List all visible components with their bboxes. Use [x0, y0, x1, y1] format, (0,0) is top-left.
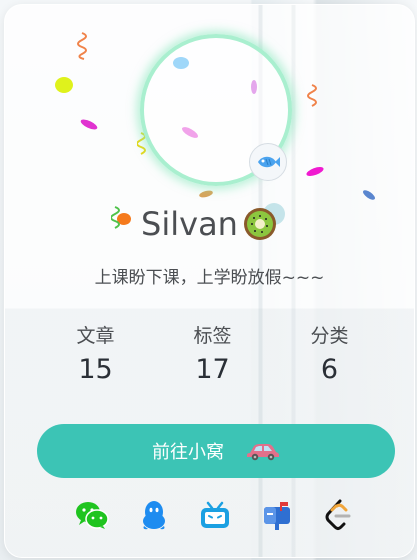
stat-value: 17 [195, 354, 230, 385]
confetti-blue-dash [361, 188, 377, 202]
avatar-badge [249, 143, 287, 181]
kiwi-icon [243, 208, 276, 240]
stat-tags[interactable]: 标签 17 [154, 321, 271, 385]
confetti-orange-squiggle [307, 84, 317, 107]
fish-icon [258, 156, 280, 168]
social-links [75, 497, 355, 533]
confetti-tan-dash [198, 189, 214, 199]
mailbox-icon[interactable] [260, 498, 294, 532]
stat-value: 15 [78, 354, 113, 385]
profile-name: Silvan [5, 205, 414, 243]
confetti-yellow-dot [55, 77, 73, 93]
profile-name-text: Silvan [141, 205, 238, 243]
stats-row: 文章 15 标签 17 分类 6 [37, 321, 388, 385]
stat-label: 文章 [76, 325, 115, 347]
bilibili-icon[interactable] [198, 498, 232, 532]
leetcode-icon[interactable] [321, 498, 355, 532]
confetti-pink-dash [79, 117, 99, 132]
confetti-orange-squiggle [77, 32, 87, 60]
stat-label: 分类 [310, 325, 349, 347]
car-icon [247, 444, 279, 461]
stat-label: 标签 [193, 325, 232, 347]
confetti-magenta-dash [305, 165, 325, 178]
go-home-button[interactable]: 前往小窝 [37, 424, 395, 478]
profile-card: Silvan 上课盼下课，上学盼放假~~~ 文章 15 标签 17 分类 6 前… [4, 4, 415, 558]
stat-categories[interactable]: 分类 6 [271, 321, 388, 385]
stat-articles[interactable]: 文章 15 [37, 321, 154, 385]
stat-value: 6 [320, 354, 339, 385]
profile-bio: 上课盼下课，上学盼放假~~~ [94, 268, 325, 288]
go-home-label: 前往小窝 [152, 442, 224, 463]
wechat-icon[interactable] [75, 498, 109, 532]
qq-icon[interactable] [137, 498, 171, 532]
